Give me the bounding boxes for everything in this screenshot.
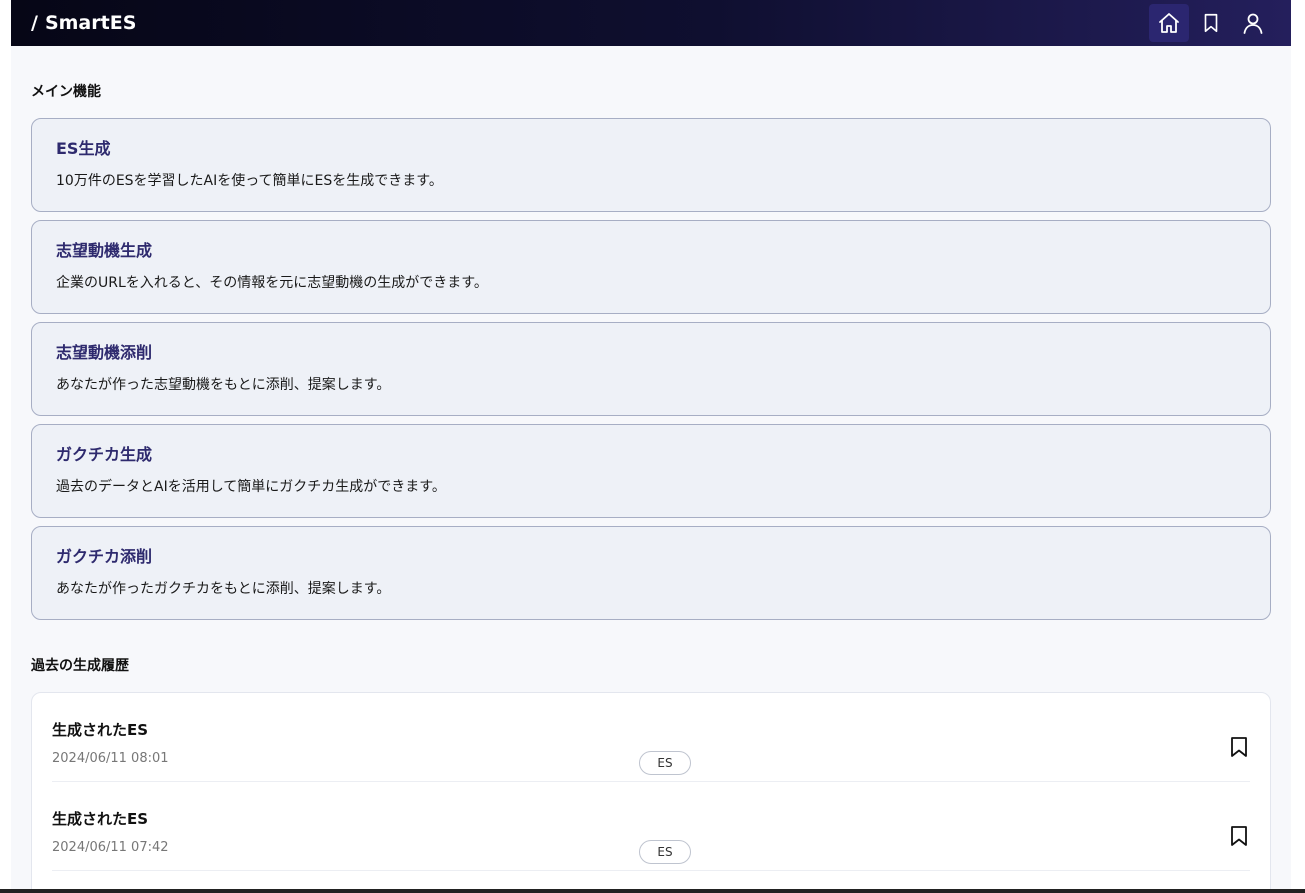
feature-title: ガクチカ生成 [56,445,153,464]
window-bottom-edge [0,889,1305,893]
history-list: 生成されたES 2024/06/11 08:01 ES 生成されたES 2024… [31,692,1271,893]
feature-card-gakuchika-generate[interactable]: ガクチカ生成 過去のデータとAIを活用して簡単にガクチカ生成ができます。 [31,424,1271,518]
feature-description: 10万件のESを学習したAIを使って簡単にESを生成できます。 [56,173,443,189]
main-features-heading: メイン機能 [31,84,101,100]
brand-logo[interactable]: / SmartES [31,12,136,34]
feature-card-es-generate[interactable]: ES生成 10万件のESを学習したAIを使って簡単にESを生成できます。 [31,118,1271,212]
feature-description: あなたが作ったガクチカをもとに添削、提案します。 [56,581,391,597]
brand-slash: / [31,12,38,34]
app-frame: / SmartES メイン機能 ES生成 10万件のESを学習したAIを使って簡… [11,0,1291,893]
history-heading: 過去の生成履歴 [31,658,129,674]
history-tag: ES [639,840,691,864]
bookmark-button[interactable] [1228,824,1250,848]
profile-button[interactable] [1233,4,1273,42]
feature-card-motivation-review[interactable]: 志望動機添削 あなたが作った志望動機をもとに添削、提案します。 [31,322,1271,416]
history-title: 生成されたES [52,810,149,828]
feature-description: 過去のデータとAIを活用して簡単にガクチカ生成ができます。 [56,479,446,495]
feature-title: 志望動機添削 [56,343,153,362]
history-row[interactable]: 生成されたES 2024/06/11 08:01 ES [52,693,1250,782]
history-tag: ES [639,751,691,775]
top-navbar: / SmartES [11,0,1291,46]
feature-description: 企業のURLを入れると、その情報を元に志望動機の生成ができます。 [56,275,488,291]
history-date: 2024/06/11 07:42 [52,840,169,855]
history-row[interactable]: 生成されたES 2024/06/11 07:42 ES [52,782,1250,871]
history-title: 生成されたES [52,721,149,739]
home-button[interactable] [1149,4,1189,42]
user-icon [1243,13,1263,34]
feature-card-motivation-generate[interactable]: 志望動機生成 企業のURLを入れると、その情報を元に志望動機の生成ができます。 [31,220,1271,314]
bookmark-icon [1231,826,1247,846]
feature-description: あなたが作った志望動機をもとに添削、提案します。 [56,377,391,393]
bookmark-icon [1204,13,1218,33]
home-icon [1159,13,1179,33]
brand-name: SmartES [44,12,137,34]
history-date: 2024/06/11 08:01 [52,751,169,766]
bookmark-icon [1231,737,1247,757]
bookmarks-button[interactable] [1191,4,1231,42]
feature-list: ES生成 10万件のESを学習したAIを使って簡単にESを生成できます。 志望動… [31,118,1271,628]
feature-title: 志望動機生成 [56,241,153,260]
bookmark-button[interactable] [1228,735,1250,759]
feature-title: ES生成 [56,139,111,158]
feature-card-gakuchika-review[interactable]: ガクチカ添削 あなたが作ったガクチカをもとに添削、提案します。 [31,526,1271,620]
nav-icons [1149,4,1273,42]
feature-title: ガクチカ添削 [56,547,153,566]
